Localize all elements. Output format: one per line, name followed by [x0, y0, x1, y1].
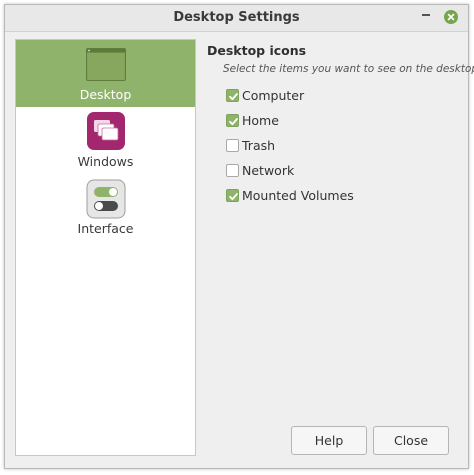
close-icon	[447, 13, 455, 21]
desktop-settings-window: Desktop Settings Desktop Windows Interfa…	[4, 4, 474, 469]
window-title: Desktop Settings	[173, 10, 300, 25]
sidebar-item-label: Desktop	[79, 87, 132, 102]
check-icon	[229, 193, 238, 201]
sidebar-item-interface[interactable]: Interface	[16, 174, 195, 241]
help-button[interactable]: Help	[291, 426, 367, 455]
checkbox-box[interactable]	[226, 89, 239, 102]
close-window-button[interactable]	[444, 10, 458, 24]
checkbox-label: Mounted Volumes	[242, 188, 354, 203]
checkbox-box[interactable]	[226, 164, 239, 177]
checkbox-box[interactable]	[226, 114, 239, 127]
checkbox-label: Trash	[242, 138, 276, 153]
section-title: Desktop icons	[207, 43, 307, 58]
checkbox-label: Home	[242, 113, 279, 128]
checkbox-label: Network	[242, 163, 295, 178]
close-button[interactable]: Close	[373, 426, 449, 455]
interface-toggle-icon	[86, 179, 126, 219]
sidebar-item-desktop[interactable]: Desktop	[16, 40, 195, 107]
sidebar-item-windows[interactable]: Windows	[16, 107, 195, 174]
desktop-icon	[86, 48, 126, 81]
sidebar-item-label: Windows	[77, 154, 134, 169]
windows-icon	[87, 112, 125, 150]
checkbox-box[interactable]	[226, 189, 239, 202]
title-bar[interactable]: Desktop Settings	[5, 5, 468, 32]
sidebar-item-label: Interface	[77, 221, 134, 236]
checkbox-label: Computer	[242, 88, 305, 103]
section-subtitle: Select the items you want to see on the …	[223, 63, 474, 75]
check-icon	[229, 118, 238, 126]
checkbox-box[interactable]	[226, 139, 239, 152]
minimize-button[interactable]	[422, 14, 430, 16]
check-icon	[229, 93, 238, 101]
sidebar: Desktop Windows Interface	[15, 39, 196, 456]
